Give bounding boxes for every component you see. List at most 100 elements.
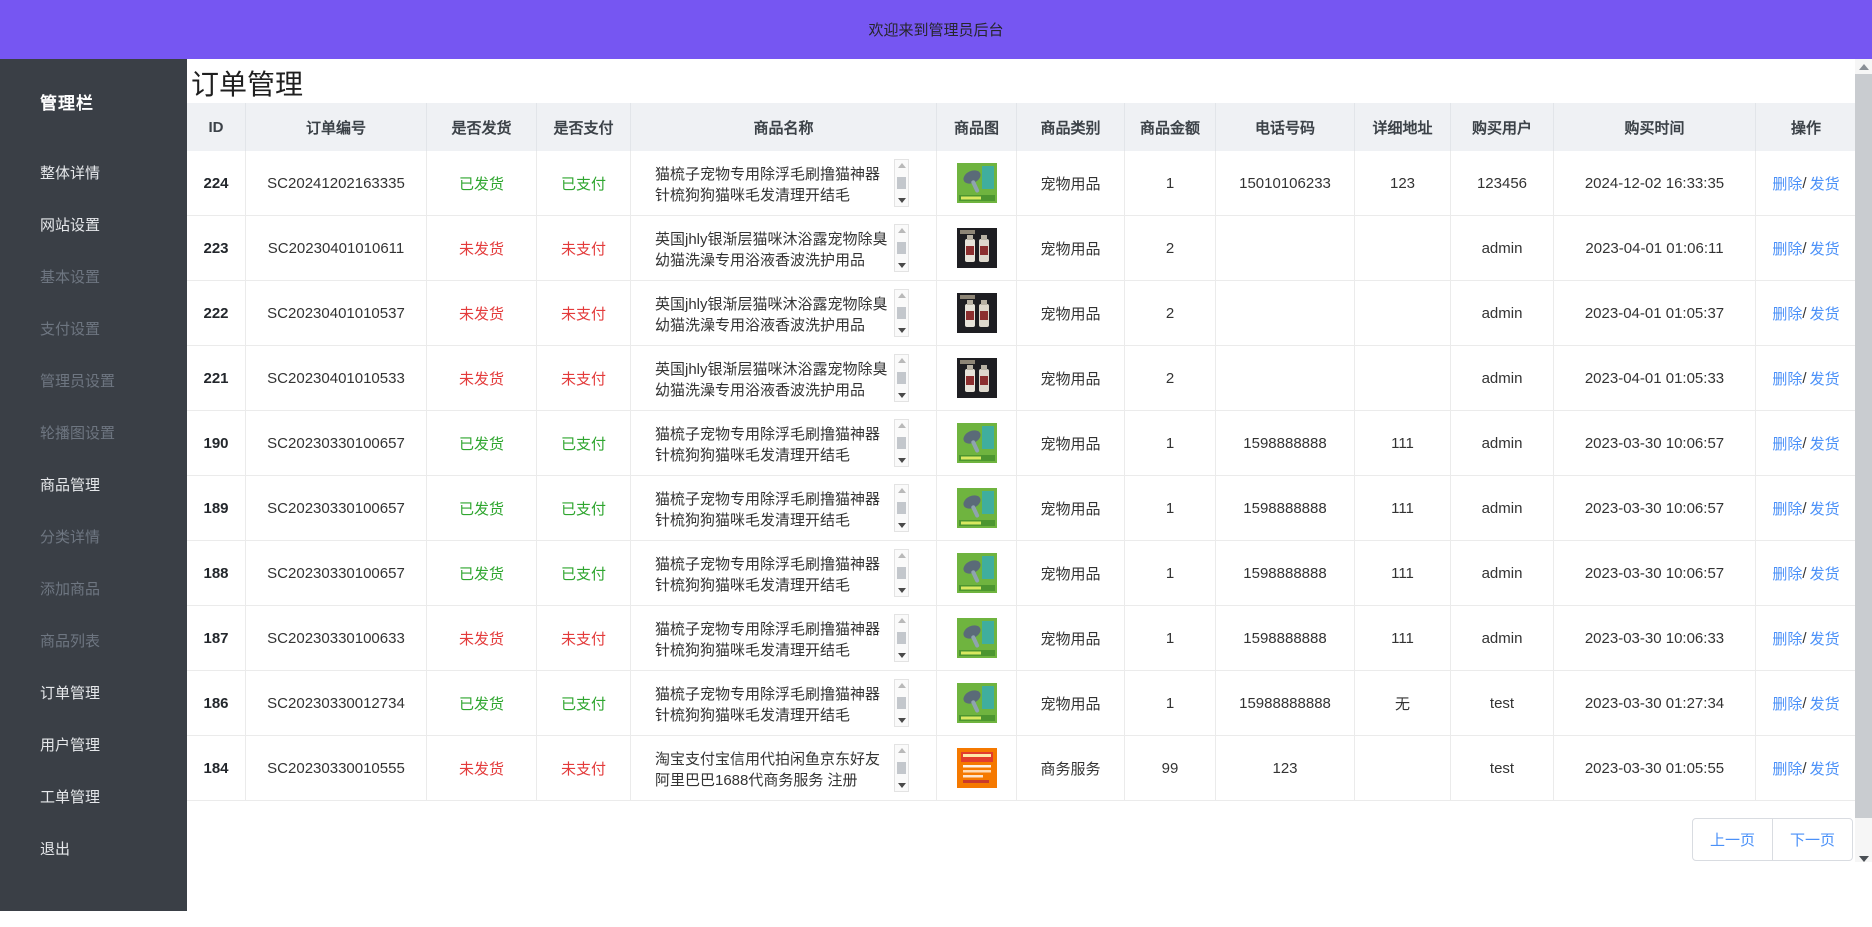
- cell-product-image: [937, 346, 1017, 410]
- scrollbar-thumb[interactable]: [1855, 74, 1872, 818]
- cell-product-image: [937, 411, 1017, 475]
- scroll-down-icon[interactable]: [898, 783, 906, 788]
- delete-link[interactable]: 删除: [1772, 303, 1802, 324]
- sidebar-item-5[interactable]: 轮播图设置: [0, 408, 187, 460]
- paid-status: 未支付: [561, 758, 606, 779]
- delete-link[interactable]: 删除: [1772, 368, 1802, 389]
- cell-address: [1355, 216, 1451, 280]
- shipped-status: 已发货: [459, 693, 504, 714]
- scroll-thumb[interactable]: [897, 177, 906, 189]
- scroll-up-icon[interactable]: [898, 163, 906, 168]
- sidebar-item-8[interactable]: 添加商品: [0, 564, 187, 616]
- scroll-down-icon[interactable]: [898, 718, 906, 723]
- ship-link[interactable]: 发货: [1810, 173, 1840, 194]
- next-page-button[interactable]: 下一页: [1772, 818, 1853, 861]
- product-name-scrollbar[interactable]: [894, 484, 909, 532]
- cell-paid: 已支付: [537, 671, 631, 735]
- product-name-scrollbar[interactable]: [894, 614, 909, 662]
- scroll-thumb[interactable]: [897, 567, 906, 579]
- cell-paid: 未支付: [537, 281, 631, 345]
- scroll-up-icon[interactable]: [898, 423, 906, 428]
- scroll-thumb[interactable]: [897, 437, 906, 449]
- ship-link[interactable]: 发货: [1810, 368, 1840, 389]
- product-name-scrollbar[interactable]: [894, 224, 909, 272]
- ship-link[interactable]: 发货: [1810, 563, 1840, 584]
- cell-phone: [1216, 346, 1355, 410]
- scroll-up-icon[interactable]: [898, 683, 906, 688]
- scroll-up-icon[interactable]: [898, 488, 906, 493]
- action-separator: /: [1802, 370, 1806, 387]
- delete-link[interactable]: 删除: [1772, 173, 1802, 194]
- product-name-scrollbar[interactable]: [894, 354, 909, 402]
- scroll-up-icon[interactable]: [898, 553, 906, 558]
- delete-link[interactable]: 删除: [1772, 433, 1802, 454]
- product-name-scrollbar[interactable]: [894, 289, 909, 337]
- ship-link[interactable]: 发货: [1810, 498, 1840, 519]
- sidebar-item-7[interactable]: 分类详情: [0, 512, 187, 564]
- sidebar-item-12[interactable]: 工单管理: [0, 772, 187, 824]
- ship-link[interactable]: 发货: [1810, 758, 1840, 779]
- delete-link[interactable]: 删除: [1772, 758, 1802, 779]
- sidebar-item-3[interactable]: 支付设置: [0, 304, 187, 356]
- product-name-scrollbar[interactable]: [894, 679, 909, 727]
- sidebar-item-10[interactable]: 订单管理: [0, 668, 187, 720]
- ship-link[interactable]: 发货: [1810, 693, 1840, 714]
- table-row: 223SC20230401010611未发货未支付英国jhly银渐层猫咪沐浴露宠…: [187, 216, 1856, 281]
- product-name-scrollbar[interactable]: [894, 419, 909, 467]
- scroll-down-icon[interactable]: [898, 588, 906, 593]
- cell-amount: 2: [1125, 281, 1216, 345]
- scrollbar-down-icon[interactable]: [1855, 847, 1872, 862]
- scroll-up-icon[interactable]: [898, 293, 906, 298]
- vertical-scrollbar[interactable]: [1855, 59, 1872, 862]
- ship-link[interactable]: 发货: [1810, 433, 1840, 454]
- sidebar-item-0[interactable]: 整体详情: [0, 148, 187, 200]
- scroll-thumb[interactable]: [897, 502, 906, 514]
- product-name-scrollbar[interactable]: [894, 159, 909, 207]
- sidebar-item-13[interactable]: 退出: [0, 824, 187, 876]
- scroll-up-icon[interactable]: [898, 228, 906, 233]
- delete-link[interactable]: 删除: [1772, 238, 1802, 259]
- scroll-down-icon[interactable]: [898, 458, 906, 463]
- scroll-down-icon[interactable]: [898, 198, 906, 203]
- topbar: 欢迎来到管理员后台: [0, 0, 1872, 59]
- product-name-scrollbar[interactable]: [894, 744, 909, 792]
- scroll-thumb[interactable]: [897, 242, 906, 254]
- scroll-thumb[interactable]: [897, 307, 906, 319]
- cell-product-image: [937, 671, 1017, 735]
- scroll-up-icon[interactable]: [898, 358, 906, 363]
- cell-address: [1355, 346, 1451, 410]
- prev-page-button[interactable]: 上一页: [1692, 818, 1773, 861]
- cell-user: admin: [1451, 216, 1554, 280]
- cell-product-name: 猫梳子宠物专用除浮毛刷撸猫神器针梳狗狗猫咪毛发清理开结毛: [631, 476, 937, 540]
- table-row: 189SC20230330100657已发货已支付猫梳子宠物专用除浮毛刷撸猫神器…: [187, 476, 1856, 541]
- scroll-thumb[interactable]: [897, 697, 906, 709]
- cell-time: 2023-03-30 01:27:34: [1554, 671, 1756, 735]
- scroll-up-icon[interactable]: [898, 618, 906, 623]
- delete-link[interactable]: 删除: [1772, 563, 1802, 584]
- scroll-down-icon[interactable]: [898, 393, 906, 398]
- cell-category: 宠物用品: [1017, 671, 1125, 735]
- scroll-down-icon[interactable]: [898, 523, 906, 528]
- sidebar-item-9[interactable]: 商品列表: [0, 616, 187, 668]
- sidebar-item-6[interactable]: 商品管理: [0, 460, 187, 512]
- ship-link[interactable]: 发货: [1810, 238, 1840, 259]
- ship-link[interactable]: 发货: [1810, 303, 1840, 324]
- sidebar-item-1[interactable]: 网站设置: [0, 200, 187, 252]
- sidebar-item-2[interactable]: 基本设置: [0, 252, 187, 304]
- scroll-down-icon[interactable]: [898, 653, 906, 658]
- scroll-down-icon[interactable]: [898, 328, 906, 333]
- sidebar-item-4[interactable]: 管理员设置: [0, 356, 187, 408]
- ship-link[interactable]: 发货: [1810, 628, 1840, 649]
- sidebar-item-11[interactable]: 用户管理: [0, 720, 187, 772]
- product-image: [957, 748, 997, 788]
- scroll-thumb[interactable]: [897, 372, 906, 384]
- delete-link[interactable]: 删除: [1772, 693, 1802, 714]
- scroll-thumb[interactable]: [897, 632, 906, 644]
- product-name-scrollbar[interactable]: [894, 549, 909, 597]
- scroll-down-icon[interactable]: [898, 263, 906, 268]
- scrollbar-up-icon[interactable]: [1855, 59, 1872, 74]
- delete-link[interactable]: 删除: [1772, 628, 1802, 649]
- scroll-thumb[interactable]: [897, 762, 906, 774]
- scroll-up-icon[interactable]: [898, 748, 906, 753]
- delete-link[interactable]: 删除: [1772, 498, 1802, 519]
